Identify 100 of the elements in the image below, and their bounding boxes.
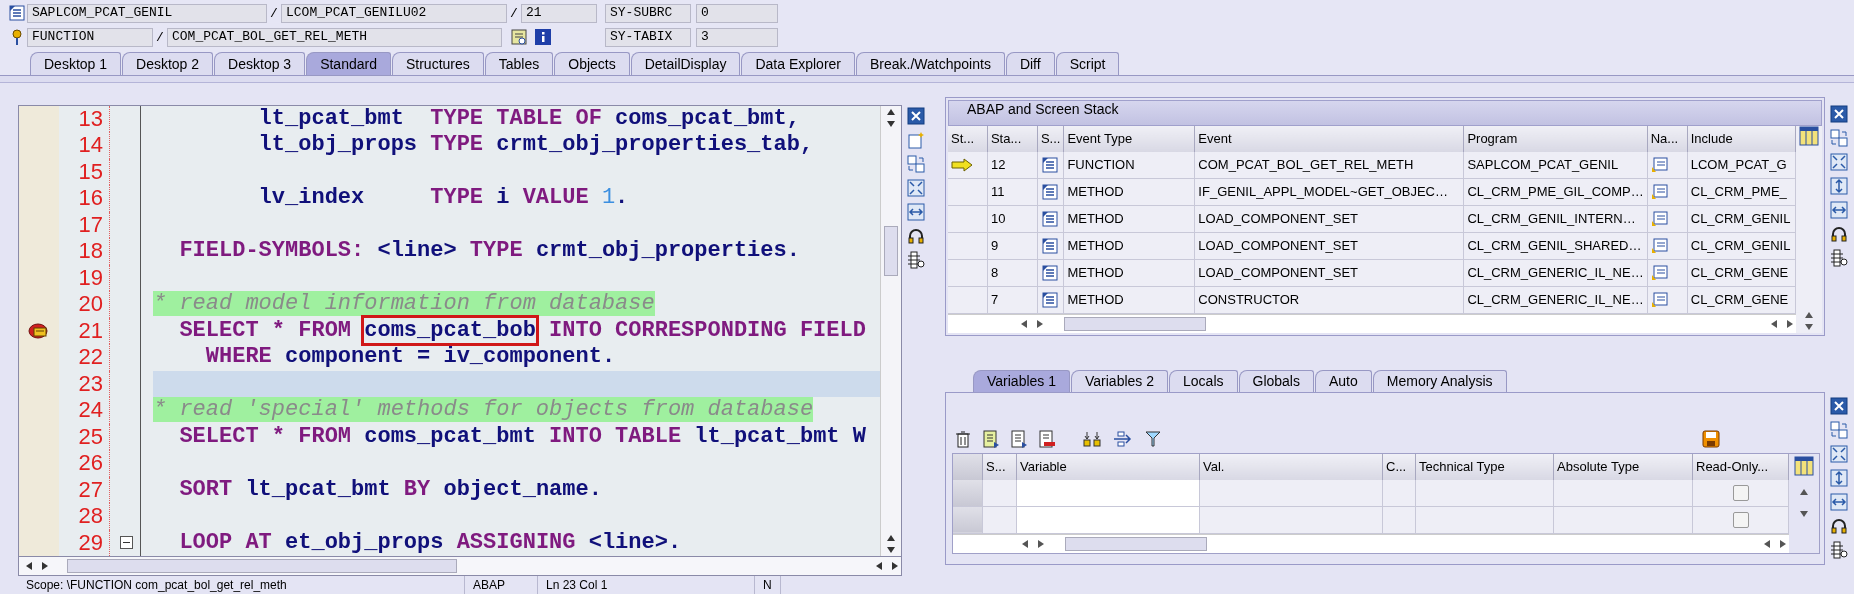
checkbox[interactable] xyxy=(1732,484,1749,501)
tab[interactable]: Break./Watchpoints xyxy=(856,52,1005,75)
column-header[interactable]: Absolute Type xyxy=(1553,453,1693,480)
append-row-icon[interactable] xyxy=(1010,429,1028,448)
tab[interactable]: Locals xyxy=(1169,369,1238,392)
column-header[interactable]: C... xyxy=(1382,453,1416,480)
table-cell: CL_CRM_PME_GIL_COMP… xyxy=(1463,178,1648,205)
new-page-icon[interactable] xyxy=(907,130,925,149)
maximize-icon[interactable] xyxy=(1830,152,1848,171)
column-header[interactable]: St... xyxy=(948,125,988,152)
maximize-icon[interactable] xyxy=(907,178,925,197)
swap-windows-icon[interactable] xyxy=(907,154,925,173)
tab[interactable]: Standard xyxy=(306,52,391,75)
close-icon[interactable] xyxy=(907,106,925,125)
tab[interactable]: Desktop 1 xyxy=(30,52,122,75)
table-cell[interactable] xyxy=(1016,506,1200,533)
table-cell: LOAD_COMPONENT_SET xyxy=(1194,259,1464,286)
column-layout-icon[interactable] xyxy=(1794,455,1814,476)
column-header[interactable]: Technical Type xyxy=(1415,453,1554,480)
info-icon[interactable] xyxy=(534,28,552,46)
save-icon[interactable] xyxy=(1702,429,1720,448)
column-layout-icon[interactable] xyxy=(1799,125,1820,146)
table-cell: SAPLCOM_PCAT_GENIL xyxy=(1463,151,1648,178)
code-editor[interactable] xyxy=(18,104,902,557)
tab[interactable]: Desktop 3 xyxy=(214,52,306,75)
column-header[interactable]: Event Type xyxy=(1063,125,1195,152)
insert-row-icon[interactable] xyxy=(982,429,1000,448)
line-number: 18 xyxy=(59,238,110,265)
table-cell: LOAD_COMPONENT_SET xyxy=(1194,232,1464,259)
code-line: lt_obj_props TYPE crmt_obj_properties_tab, xyxy=(257,132,815,159)
column-header[interactable]: Event xyxy=(1194,125,1464,152)
headset-icon[interactable] xyxy=(1830,224,1848,243)
tab[interactable]: Memory Analysis xyxy=(1372,369,1507,392)
maximize-icon[interactable] xyxy=(1830,444,1848,463)
tab[interactable]: Tables xyxy=(484,52,554,75)
transfer-icon[interactable] xyxy=(1112,429,1134,448)
tab[interactable]: Globals xyxy=(1238,369,1314,392)
headset-icon[interactable] xyxy=(907,226,925,245)
scrollbar-thumb[interactable] xyxy=(884,225,898,276)
column-header[interactable]: Include xyxy=(1687,125,1796,152)
swap-windows-icon[interactable] xyxy=(1830,420,1848,439)
table-cell: METHOD xyxy=(1063,205,1195,232)
collapse-icon[interactable] xyxy=(119,536,133,550)
separator: / xyxy=(269,5,279,21)
code-line: FIELD-SYMBOLS: <line> TYPE crmt_obj_properties. xyxy=(178,238,801,265)
checkbox[interactable] xyxy=(1732,511,1749,528)
line-number: 27 xyxy=(59,476,110,503)
navigate-icon[interactable] xyxy=(1650,291,1669,308)
table-cell: CL_CRM_GENIL xyxy=(1687,205,1796,232)
code-line: LOOP AT et_obj_props ASSIGNING <line>. xyxy=(178,529,683,556)
navigate-icon[interactable] xyxy=(1650,210,1669,227)
display-object-icon[interactable] xyxy=(510,28,528,46)
tab[interactable]: Data Explorer xyxy=(741,52,855,75)
tab[interactable]: Diff xyxy=(1005,52,1055,75)
vertical-scrollbar[interactable] xyxy=(880,105,901,556)
filter-icon[interactable] xyxy=(1144,429,1162,448)
tab[interactable]: DetailDisplay xyxy=(630,52,741,75)
column-header[interactable]: Val. xyxy=(1199,453,1383,480)
system-field-value: 0 xyxy=(696,3,778,23)
horizontal-resize-icon[interactable] xyxy=(907,202,925,221)
navigate-icon[interactable] xyxy=(1650,156,1669,173)
vertical-scrollbar[interactable] xyxy=(1796,125,1822,333)
swap-windows-icon[interactable] xyxy=(1830,128,1848,147)
table-cell: CL_CRM_GENIL_SHARED… xyxy=(1463,232,1648,259)
navigate-icon[interactable] xyxy=(1650,264,1669,281)
column-header[interactable]: Variable xyxy=(1016,453,1200,480)
column-header[interactable]: Program xyxy=(1463,125,1648,152)
horizontal-resize-icon[interactable] xyxy=(1830,492,1848,511)
remove-row-icon[interactable] xyxy=(1038,429,1056,448)
delete-icon[interactable] xyxy=(954,429,972,448)
table-cell: IF_GENIL_APPL_MODEL~GET_OBJEC… xyxy=(1194,178,1464,205)
navigate-icon[interactable] xyxy=(1650,237,1669,254)
table-cell[interactable] xyxy=(1016,479,1200,506)
horizontal-resize-icon[interactable] xyxy=(1830,200,1848,219)
tab[interactable]: Auto xyxy=(1314,369,1372,392)
tab[interactable]: Desktop 2 xyxy=(122,52,214,75)
column-header[interactable]: S... xyxy=(982,453,1017,480)
column-header[interactable]: Read-Only... xyxy=(1692,453,1789,480)
tab[interactable]: Structures xyxy=(391,52,484,75)
line-number: 19 xyxy=(59,264,110,291)
hierarchy-icon[interactable] xyxy=(1082,429,1102,448)
tab[interactable]: Variables 2 xyxy=(1071,369,1169,392)
tool-icon[interactable] xyxy=(907,250,925,269)
close-icon[interactable] xyxy=(1830,396,1848,415)
panel-title: ABAP and Screen Stack xyxy=(948,99,1822,126)
vertical-resize-icon[interactable] xyxy=(1830,176,1848,195)
scrollbar-thumb[interactable] xyxy=(1065,536,1207,551)
tool-icon[interactable] xyxy=(1830,540,1848,559)
navigate-icon[interactable] xyxy=(1650,183,1669,200)
tab[interactable]: Script xyxy=(1055,52,1120,75)
tab[interactable]: Objects xyxy=(554,52,630,75)
close-icon[interactable] xyxy=(1830,104,1848,123)
event-icon xyxy=(1040,209,1059,228)
vertical-resize-icon[interactable] xyxy=(1830,468,1848,487)
horizontal-scrollbar[interactable] xyxy=(18,557,902,576)
tab[interactable]: Variables 1 xyxy=(973,369,1070,392)
headset-icon[interactable] xyxy=(1830,516,1848,535)
scrollbar-thumb[interactable] xyxy=(67,559,457,573)
scrollbar-thumb[interactable] xyxy=(1064,316,1206,331)
tool-icon[interactable] xyxy=(1830,248,1848,267)
